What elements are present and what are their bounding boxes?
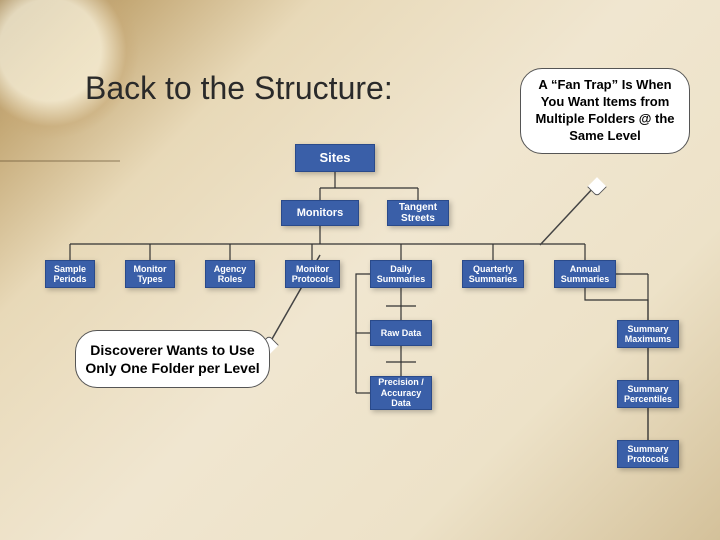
node-monitors: Monitors: [281, 200, 359, 226]
callout-discoverer: Discoverer Wants to Use Only One Folder …: [75, 330, 270, 388]
callout-tail-icon: [587, 177, 607, 197]
node-monitor-types: Monitor Types: [125, 260, 175, 288]
node-quarterly-summaries: Quarterly Summaries: [462, 260, 524, 288]
node-summary-maximums: Summary Maximums: [617, 320, 679, 348]
node-summary-protocols: Summary Protocols: [617, 440, 679, 468]
node-monitor-protocols: Monitor Protocols: [285, 260, 340, 288]
node-sites: Sites: [295, 144, 375, 172]
node-annual-summaries: Annual Summaries: [554, 260, 616, 288]
background-line: [0, 160, 120, 162]
node-agency-roles: Agency Roles: [205, 260, 255, 288]
node-summary-percentiles: Summary Percentiles: [617, 380, 679, 408]
callout-fan-trap: A “Fan Trap” Is When You Want Items from…: [520, 68, 690, 154]
node-daily-summaries: Daily Summaries: [370, 260, 432, 288]
node-precision-accuracy: Precision / Accuracy Data: [370, 376, 432, 410]
node-tangent-streets: Tangent Streets: [387, 200, 449, 226]
node-raw-data: Raw Data: [370, 320, 432, 346]
slide-title: Back to the Structure:: [85, 70, 393, 107]
node-sample-periods: Sample Periods: [45, 260, 95, 288]
